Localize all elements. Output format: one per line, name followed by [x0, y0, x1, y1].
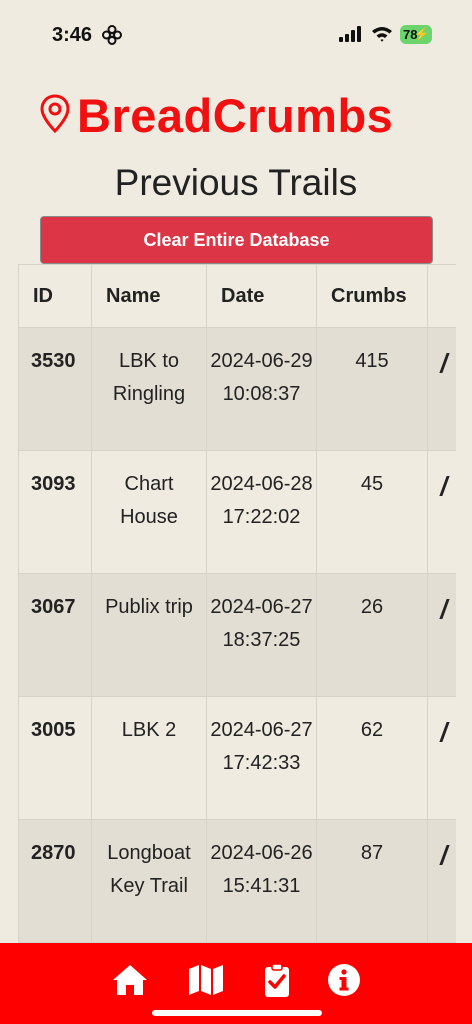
trail-id: 3093: [18, 450, 92, 574]
trail-name: Longboat Key Trail: [91, 819, 207, 943]
battery-indicator: 78 ⚡: [400, 25, 432, 44]
truncated-action-icon[interactable]: [439, 845, 456, 865]
trail-crumbs: 45: [316, 450, 428, 574]
trail-crumbs: 62: [316, 696, 428, 820]
charging-bolt-icon: ⚡: [414, 27, 429, 41]
column-header-date: Date: [206, 264, 317, 328]
truncated-action-icon[interactable]: [439, 599, 456, 619]
column-header-actions: [427, 264, 456, 328]
trail-action-cell[interactable]: [427, 819, 456, 943]
trail-date: 2024-06-28 17:22:02: [206, 450, 317, 574]
table-row[interactable]: 3067 Publix trip 2024-06-27 18:37:25 26: [18, 573, 456, 697]
trail-name: Publix trip: [91, 573, 207, 697]
trails-table: ID Name Date Crumbs 3530 LBK to Ringling…: [18, 264, 456, 943]
trail-name: Chart House: [91, 450, 207, 574]
wifi-icon: [372, 27, 392, 42]
trail-crumbs: 87: [316, 819, 428, 943]
clear-database-button[interactable]: Clear Entire Database: [40, 216, 433, 264]
location-pin-icon: [40, 94, 70, 134]
truncated-action-icon[interactable]: [439, 476, 456, 496]
home-indicator[interactable]: [152, 1010, 322, 1016]
trail-crumbs: 415: [316, 327, 428, 451]
app-name: BreadCrumbs: [77, 89, 394, 142]
info-icon[interactable]: [325, 963, 363, 997]
trail-action-cell[interactable]: [427, 573, 456, 697]
trail-action-cell[interactable]: [427, 450, 456, 574]
trail-date: 2024-06-27 17:42:33: [206, 696, 317, 820]
trail-name: LBK to Ringling: [91, 327, 207, 451]
column-header-crumbs: Crumbs: [316, 264, 428, 328]
table-header-row: ID Name Date Crumbs: [18, 264, 456, 328]
status-bar: 3:46 78 ⚡: [0, 0, 472, 70]
app-logo: BreadCrumbs: [40, 89, 440, 142]
table-row[interactable]: 3093 Chart House 2024-06-28 17:22:02 45: [18, 450, 456, 574]
map-icon[interactable]: [187, 963, 225, 997]
truncated-action-icon[interactable]: [439, 353, 456, 373]
table-row[interactable]: 3005 LBK 2 2024-06-27 17:42:33 62: [18, 696, 456, 820]
trail-date: 2024-06-26 15:41:31: [206, 819, 317, 943]
page-title: Previous Trails: [114, 162, 358, 203]
focus-flower-icon: [102, 25, 122, 45]
trail-date: 2024-06-29 10:08:37: [206, 327, 317, 451]
trail-date: 2024-06-27 18:37:25: [206, 573, 317, 697]
clipboard-check-icon[interactable]: [258, 963, 296, 997]
trail-name: LBK 2: [91, 696, 207, 820]
trail-action-cell[interactable]: [427, 327, 456, 451]
status-time: 3:46: [52, 24, 93, 46]
table-row[interactable]: 2870 Longboat Key Trail 2024-06-26 15:41…: [18, 819, 456, 943]
trail-id: 3067: [18, 573, 92, 697]
trail-id: 3530: [18, 327, 92, 451]
home-icon[interactable]: [111, 963, 149, 997]
trail-crumbs: 26: [316, 573, 428, 697]
trail-action-cell[interactable]: [427, 696, 456, 820]
table-row[interactable]: 3530 LBK to Ringling 2024-06-29 10:08:37…: [18, 327, 456, 451]
trail-id: 3005: [18, 696, 92, 820]
trail-id: 2870: [18, 819, 92, 943]
column-header-name: Name: [91, 264, 207, 328]
cellular-signal-icon: [339, 26, 361, 42]
trails-table-container[interactable]: ID Name Date Crumbs 3530 LBK to Ringling…: [18, 264, 456, 944]
column-header-id: ID: [18, 264, 92, 328]
truncated-action-icon[interactable]: [439, 722, 456, 742]
